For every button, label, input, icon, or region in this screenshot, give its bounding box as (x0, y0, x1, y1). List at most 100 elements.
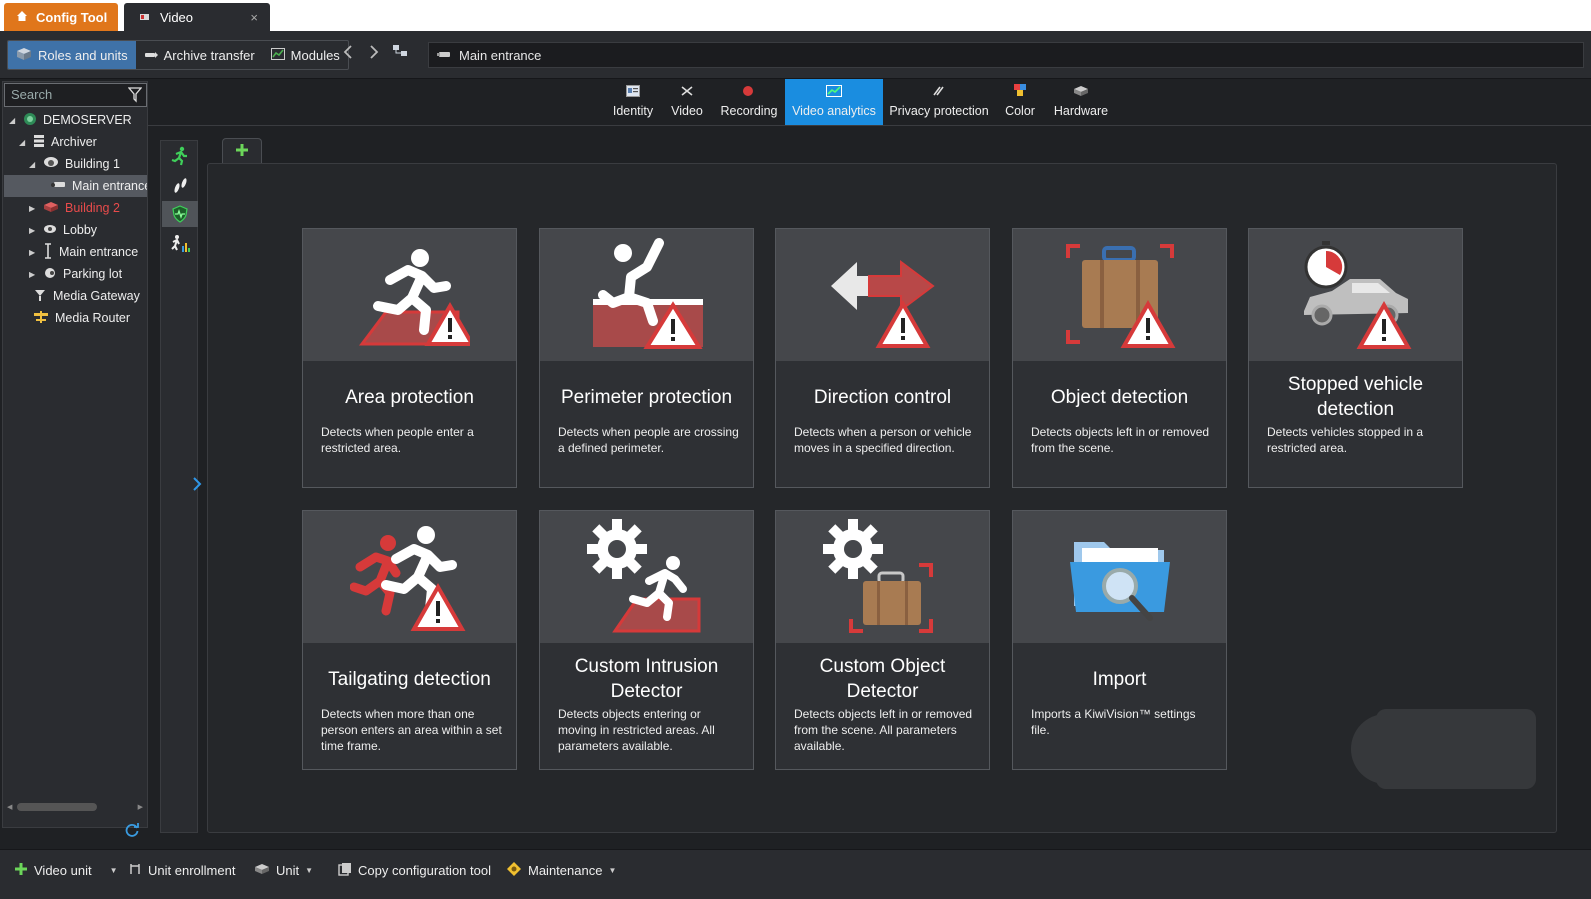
title-tab-bar: Config Tool Video × (0, 0, 1591, 31)
expanded-arrow-icon[interactable]: ◢ (9, 116, 17, 125)
card-direction-control[interactable]: Direction control Detects when a person … (775, 228, 990, 488)
card-description: Imports a KiwiVision™ settings file. (1031, 707, 1196, 737)
card-area-protection[interactable]: Area protection Detects when people ente… (302, 228, 517, 488)
shield-analytics-icon[interactable] (162, 201, 198, 227)
add-video-unit-button[interactable]: Video unit ▼ (14, 860, 118, 880)
card-title: Area protection (345, 386, 474, 408)
scroll-right-icon[interactable]: ▶ (138, 803, 143, 811)
expand-panel-arrow-icon[interactable] (192, 476, 202, 497)
card-import[interactable]: Import Imports a KiwiVision™ settings fi… (1012, 510, 1227, 770)
copy-configuration-tool-button[interactable]: Copy configuration tool (338, 860, 491, 880)
expanded-arrow-icon[interactable]: ◢ (19, 138, 27, 147)
direction-control-icon (776, 229, 989, 361)
custom-object-icon (776, 511, 989, 643)
modules-button[interactable]: Modules (263, 41, 348, 69)
unit-enrollment-button[interactable]: Unit enrollment (128, 860, 235, 880)
tree-item-main-entrance-unit[interactable]: ▶ Main entrance (29, 241, 138, 263)
media-gateway-icon (33, 288, 47, 305)
card-title: Tailgating detection (328, 668, 491, 690)
card-description: Detects objects left in or removed from … (794, 707, 973, 753)
tree-item-media-gateway[interactable]: Media Gateway (33, 285, 140, 307)
roles-and-units-button[interactable]: Roles and units (8, 41, 136, 69)
card-tailgating-detection[interactable]: Tailgating detection Detects when more t… (302, 510, 517, 770)
tab-identity[interactable]: Identity (606, 79, 660, 125)
tree-item-main-entrance-selected[interactable]: Main entrance (4, 175, 147, 197)
tab-color[interactable]: Color (1000, 79, 1040, 125)
card-stopped-vehicle-detection[interactable]: Stopped vehicle detection Detects vehicl… (1248, 228, 1463, 488)
expanded-arrow-icon[interactable]: ◢ (29, 160, 37, 169)
tab-video[interactable]: Video (666, 79, 708, 125)
perimeter-protection-icon (540, 229, 753, 361)
tab-recording[interactable]: Recording (716, 79, 782, 125)
filter-icon[interactable] (127, 87, 143, 110)
hierarchy-icon[interactable] (392, 44, 408, 62)
close-icon[interactable]: × (250, 10, 258, 25)
card-description: Detects when more than one person enters… (321, 707, 502, 753)
bullet-camera-icon (50, 179, 66, 193)
color-icon (1013, 83, 1027, 100)
dropdown-caret-icon[interactable]: ▼ (608, 866, 616, 875)
tree-item-media-router[interactable]: Media Router (33, 307, 130, 329)
dropdown-caret-icon[interactable]: ▼ (110, 866, 118, 875)
tree-item-lobby[interactable]: ▶ Lobby (29, 219, 97, 241)
scroll-left-icon[interactable]: ◀ (7, 803, 12, 811)
media-router-icon (33, 310, 49, 327)
card-description: Detects vehicles stopped in a restricted… (1267, 425, 1424, 455)
tree-item-parking-lot[interactable]: ▶ Parking lot (29, 263, 122, 285)
card-custom-object-detector[interactable]: Custom Object Detector Detects objects l… (775, 510, 990, 770)
collapsed-arrow-icon[interactable]: ▶ (29, 270, 37, 279)
tab-video-analytics[interactable]: Video analytics (785, 79, 883, 125)
tab-privacy-protection[interactable]: Privacy protection (888, 79, 990, 125)
back-arrow-icon[interactable] (343, 45, 353, 63)
card-description: Detects when people are crossing a defin… (558, 425, 739, 455)
footprints-icon[interactable] (167, 173, 193, 199)
privacy-icon (932, 85, 946, 100)
maintenance-menu-button[interactable]: Maintenance ▼ (506, 860, 616, 880)
refresh-icon[interactable] (124, 822, 140, 843)
card-title: Perimeter protection (560, 386, 733, 408)
dropdown-caret-icon[interactable]: ▼ (305, 866, 313, 875)
archiver-icon (33, 134, 45, 151)
tab-config-tool[interactable]: Config Tool (4, 3, 118, 31)
intrusion-runner-icon[interactable] (167, 143, 193, 169)
card-object-detection[interactable]: Object detection Detects objects left in… (1012, 228, 1227, 488)
analytics-content-area: Area protection Detects when people ente… (207, 163, 1557, 833)
card-perimeter-protection[interactable]: Perimeter protection Detects when people… (539, 228, 754, 488)
tab-hardware[interactable]: Hardware (1048, 79, 1114, 125)
card-custom-intrusion-detector[interactable]: Custom Intrusion Detector Detects object… (539, 510, 754, 770)
add-analytics-tab-button[interactable] (222, 138, 262, 164)
card-title: Object detection (1050, 386, 1189, 408)
card-title: Stopped vehicle detection (1287, 374, 1424, 420)
people-counting-icon[interactable] (167, 231, 193, 257)
address-text: Main entrance (459, 47, 542, 63)
collapsed-arrow-icon[interactable]: ▶ (29, 204, 37, 213)
collapsed-arrow-icon[interactable]: ▶ (29, 248, 37, 257)
dome-camera-icon (43, 156, 59, 173)
address-bar[interactable]: Main entrance (428, 42, 1584, 68)
tree-item-building-2[interactable]: ▶ Building 2 (29, 197, 120, 219)
video-analytics-icon (826, 85, 842, 100)
camera-icon (437, 48, 451, 63)
server-icon (23, 112, 37, 129)
offline-unit-icon (43, 201, 59, 216)
collapsed-arrow-icon[interactable]: ▶ (29, 226, 37, 235)
area-protection-icon (303, 229, 516, 361)
unit-menu-button[interactable]: Unit ▼ (254, 860, 313, 880)
custom-intrusion-icon (540, 511, 753, 643)
home-icon (16, 10, 28, 25)
scrollbar-thumb[interactable] (17, 803, 97, 811)
search-input[interactable]: Search (4, 83, 147, 107)
archive-transfer-icon (144, 48, 158, 63)
ptz-camera-icon (43, 267, 57, 282)
tree-item-demoserver[interactable]: ◢ DEMOSERVER (9, 109, 132, 131)
entity-tree-panel: Search ◢ DEMOSERVER ◢ Archiver ◢ Buildin… (2, 81, 148, 828)
tree-item-building-1[interactable]: ◢ Building 1 (29, 153, 120, 175)
archive-transfer-button[interactable]: Archive transfer (136, 41, 263, 69)
card-description: Detects objects entering or moving in re… (558, 707, 715, 753)
modules-chart-icon (270, 47, 285, 63)
forward-arrow-icon[interactable] (369, 45, 379, 63)
tree-item-archiver[interactable]: ◢ Archiver (19, 131, 97, 153)
tree-horizontal-scrollbar[interactable]: ◀ ▶ (7, 803, 143, 811)
tab-video-task[interactable]: Video × (124, 3, 270, 31)
tab-config-tool-label: Config Tool (36, 9, 108, 25)
